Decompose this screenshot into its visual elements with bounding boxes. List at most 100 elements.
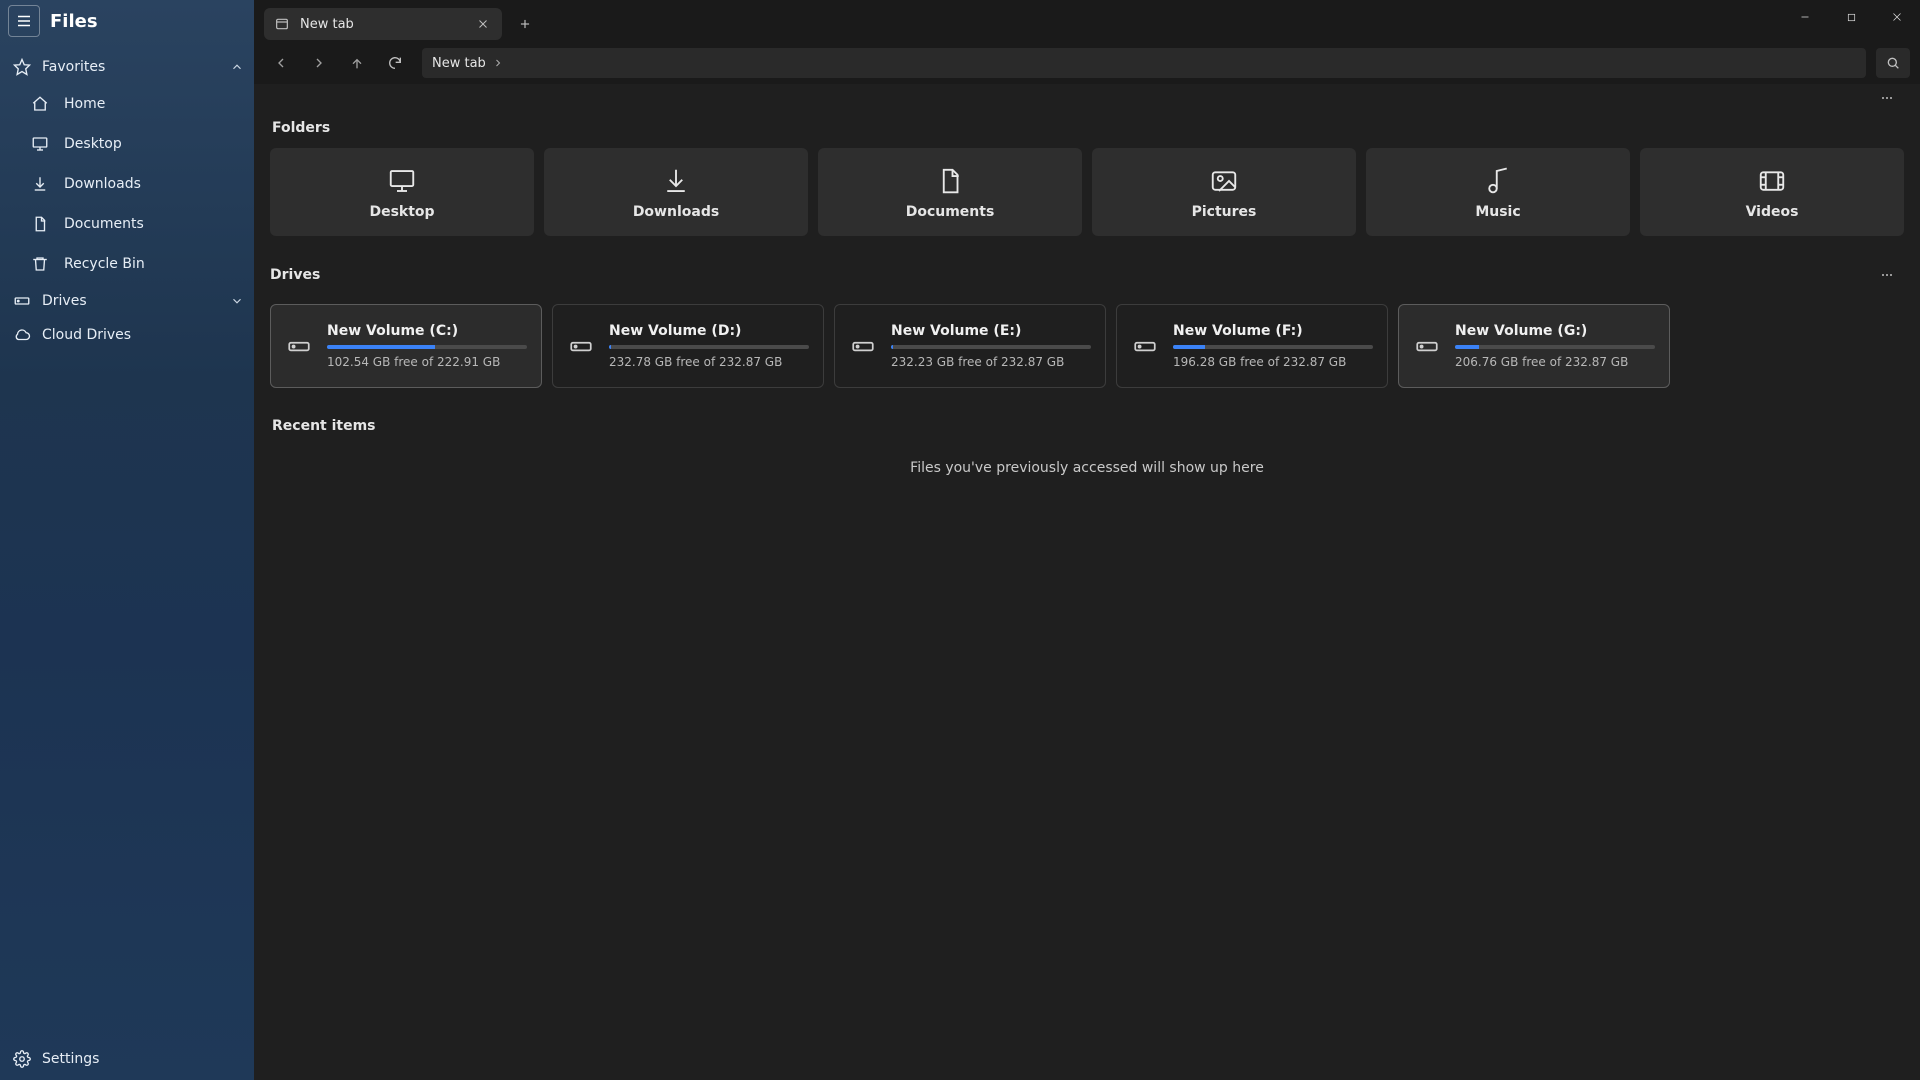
path-bar[interactable]: New tab	[422, 48, 1866, 78]
folder-tile-label: Videos	[1746, 204, 1799, 220]
drive-usage-bar	[891, 345, 1091, 349]
sidebar-item-label: Recycle Bin	[64, 256, 145, 272]
folder-tile-music[interactable]: Music	[1366, 148, 1630, 236]
folders-section-label: Folders	[270, 112, 1904, 148]
favorites-label: Favorites	[42, 59, 105, 75]
app-title: Files	[50, 11, 98, 32]
refresh-button[interactable]	[378, 46, 412, 80]
drive-name: New Volume (F:)	[1173, 323, 1373, 339]
drive-free-text: 206.76 GB free of 232.87 GB	[1455, 355, 1655, 369]
folder-tile-desktop[interactable]: Desktop	[270, 148, 534, 236]
sidebar-item-label: Desktop	[64, 136, 122, 152]
content: Folders Desktop Downloads Documents Picture…	[254, 112, 1920, 1080]
hdd-icon	[1413, 332, 1441, 360]
drives-label: Drives	[42, 293, 87, 309]
tab-label: New tab	[300, 17, 472, 32]
hdd-icon	[285, 332, 313, 360]
sidebar-section-favorites[interactable]: Favorites	[0, 50, 254, 84]
breadcrumb: New tab	[432, 56, 486, 71]
drive-tile[interactable]: New Volume (E:) 232.23 GB free of 232.87…	[834, 304, 1106, 388]
documents-icon	[935, 164, 965, 198]
drives-more-button[interactable]	[1870, 258, 1904, 292]
sidebar-item-label: Documents	[64, 216, 144, 232]
tab-close-button[interactable]	[472, 13, 494, 35]
minimize-button[interactable]	[1782, 0, 1828, 34]
drive-free-text: 232.78 GB free of 232.87 GB	[609, 355, 809, 369]
folder-tile-label: Documents	[906, 204, 995, 220]
drive-free-text: 102.54 GB free of 222.91 GB	[327, 355, 527, 369]
folder-tile-label: Downloads	[633, 204, 719, 220]
back-button[interactable]	[264, 46, 298, 80]
folder-tile-label: Pictures	[1192, 204, 1257, 220]
desktop-icon	[387, 164, 417, 198]
tab-bar: New tab	[254, 0, 1920, 42]
pictures-icon	[1209, 164, 1239, 198]
sidebar: Files Favorites Home Desktop Downloads D…	[0, 0, 254, 1080]
cloud-label: Cloud Drives	[42, 327, 131, 343]
cloud-icon	[12, 325, 32, 345]
sidebar-item-label: Downloads	[64, 176, 141, 192]
main: New tab New tab Folders Desktop Downloads…	[254, 0, 1920, 1080]
search-button[interactable]	[1876, 48, 1910, 78]
drive-tile[interactable]: New Volume (C:) 102.54 GB free of 222.91…	[270, 304, 542, 388]
download-icon	[30, 174, 50, 194]
drive-grid: New Volume (C:) 102.54 GB free of 222.91…	[270, 304, 1904, 388]
settings-label: Settings	[42, 1051, 99, 1067]
sidebar-item-home[interactable]: Home	[0, 84, 254, 124]
drive-usage-bar	[1455, 345, 1655, 349]
drive-usage-bar	[327, 345, 527, 349]
downloads-icon	[661, 164, 691, 198]
folder-grid: Desktop Downloads Documents Pictures Music Vi…	[270, 148, 1904, 236]
star-icon	[12, 57, 32, 77]
sidebar-header: Files	[0, 0, 254, 42]
folder-tile-documents[interactable]: Documents	[818, 148, 1082, 236]
trash-icon	[30, 254, 50, 274]
new-tab-button[interactable]	[510, 9, 540, 39]
chevron-down-icon	[230, 294, 244, 308]
drive-name: New Volume (C:)	[327, 323, 527, 339]
drive-icon	[12, 291, 32, 311]
drive-usage-bar	[609, 345, 809, 349]
drive-free-text: 196.28 GB free of 232.87 GB	[1173, 355, 1373, 369]
folder-tile-label: Desktop	[369, 204, 434, 220]
sidebar-section-cloud[interactable]: Cloud Drives	[0, 318, 254, 352]
chevron-up-icon	[230, 60, 244, 74]
more-button[interactable]	[1870, 81, 1904, 115]
home-icon	[30, 94, 50, 114]
music-icon	[1483, 164, 1513, 198]
maximize-button[interactable]	[1828, 0, 1874, 34]
sidebar-item-documents[interactable]: Documents	[0, 204, 254, 244]
drive-tile[interactable]: New Volume (G:) 206.76 GB free of 232.87…	[1398, 304, 1670, 388]
sidebar-item-downloads[interactable]: Downloads	[0, 164, 254, 204]
tab-new-tab[interactable]: New tab	[264, 8, 502, 40]
videos-icon	[1757, 164, 1787, 198]
sidebar-section-drives[interactable]: Drives	[0, 284, 254, 318]
sidebar-item-label: Home	[64, 96, 105, 112]
hdd-icon	[567, 332, 595, 360]
drive-tile[interactable]: New Volume (F:) 196.28 GB free of 232.87…	[1116, 304, 1388, 388]
sidebar-settings[interactable]: Settings	[0, 1038, 254, 1080]
desktop-icon	[30, 134, 50, 154]
recent-empty-text: Files you've previously accessed will sh…	[270, 446, 1904, 476]
sidebar-item-recycle-bin[interactable]: Recycle Bin	[0, 244, 254, 284]
folder-tile-downloads[interactable]: Downloads	[544, 148, 808, 236]
folder-tile-pictures[interactable]: Pictures	[1092, 148, 1356, 236]
tab-icon	[274, 16, 290, 32]
drive-tile[interactable]: New Volume (D:) 232.78 GB free of 232.87…	[552, 304, 824, 388]
drives-section-label: Drives	[270, 267, 320, 283]
gear-icon	[12, 1049, 32, 1069]
forward-button[interactable]	[302, 46, 336, 80]
drive-name: New Volume (G:)	[1455, 323, 1655, 339]
hdd-icon	[1131, 332, 1159, 360]
up-button[interactable]	[340, 46, 374, 80]
menu-button[interactable]	[8, 5, 40, 37]
folder-tile-videos[interactable]: Videos	[1640, 148, 1904, 236]
drive-usage-bar	[1173, 345, 1373, 349]
sidebar-item-desktop[interactable]: Desktop	[0, 124, 254, 164]
chevron-right-icon	[492, 57, 504, 69]
recent-section-label: Recent items	[270, 410, 1904, 446]
document-icon	[30, 214, 50, 234]
close-button[interactable]	[1874, 0, 1920, 34]
drive-free-text: 232.23 GB free of 232.87 GB	[891, 355, 1091, 369]
toolbar: New tab	[254, 42, 1920, 84]
